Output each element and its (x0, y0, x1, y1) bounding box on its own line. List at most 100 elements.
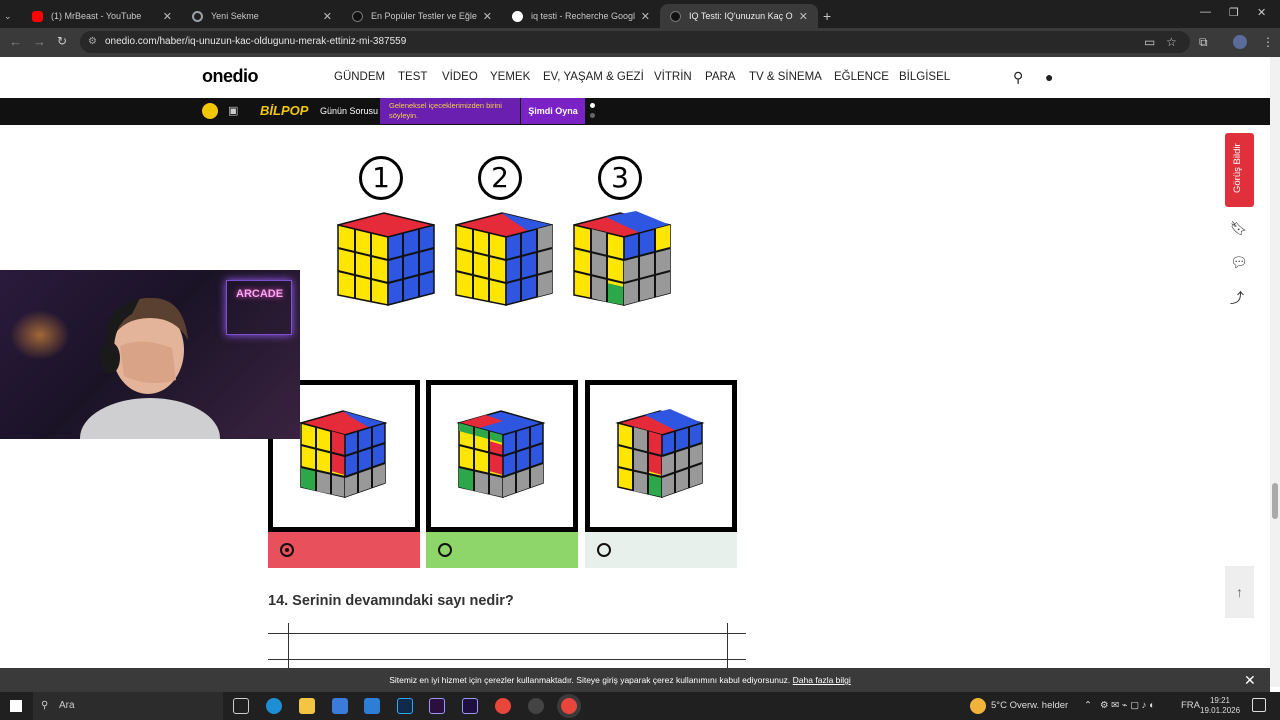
address-bar[interactable]: ⚙ onedio.com/haber/iq-unuzun-kac-oldugun… (80, 31, 1190, 53)
bilpop-play-button[interactable]: Şimdi Oyna (521, 98, 585, 124)
language-indicator[interactable]: FRA (1181, 700, 1200, 711)
close-tab-icon[interactable]: ✕ (641, 10, 650, 23)
carousel-dot[interactable] (590, 103, 595, 108)
windows-start-icon[interactable] (10, 700, 22, 712)
clock[interactable]: 19:21 19.01.2026 (1200, 696, 1240, 716)
lamp-glow (10, 310, 70, 360)
windows-taskbar: ⚲ Ara 5°C Overw. helder ⌃ ⚙ ✉ ⌁ ▢ ♪ ◐ FR… (0, 692, 1280, 720)
premiere-icon[interactable] (429, 698, 445, 714)
forward-icon[interactable]: → (33, 34, 46, 49)
nav-bilgisel[interactable]: BİLGİSEL (899, 71, 950, 83)
new-tab-button[interactable]: + (818, 4, 840, 28)
close-icon[interactable]: ✕ (1244, 672, 1256, 689)
share-icon[interactable]: ⤴ (1230, 288, 1244, 308)
feedback-label: Görüş Bildir (1232, 143, 1243, 193)
profile-avatar[interactable] (1233, 35, 1247, 49)
question-14-title: 14. Serinin devamındaki sayı nedir? (268, 593, 514, 609)
cookie-text-wrap: Sitemiz en iyi hizmet için çerezler kull… (0, 675, 1240, 685)
sequence-cubes (337, 211, 671, 306)
scrollbar-thumb[interactable] (1272, 483, 1278, 519)
store-icon[interactable] (332, 698, 348, 714)
grid-line (268, 633, 746, 634)
browser-toolbar: ← → ↻ ⚙ onedio.com/haber/iq-unuzun-kac-o… (0, 28, 1280, 57)
chrome-active-icon[interactable] (561, 698, 577, 714)
chrome-icon[interactable] (495, 698, 511, 714)
cast-icon[interactable]: ▭ (1144, 35, 1155, 49)
edge-icon[interactable] (266, 698, 282, 714)
radio-selected[interactable] (280, 543, 294, 557)
search-icon[interactable]: ⚲ (1013, 69, 1023, 86)
tab-google-search[interactable]: iq testi - Recherche Google ✕ (502, 4, 660, 28)
minimize-icon[interactable]: — (1200, 6, 1211, 18)
restore-icon[interactable]: ❐ (1229, 6, 1239, 19)
tab-mrbeast[interactable]: (1) MrBeast - YouTube ✕ (22, 4, 182, 28)
answer-option-b[interactable] (426, 380, 578, 532)
photoshop-icon[interactable] (397, 698, 413, 714)
notifications-icon[interactable] (1252, 698, 1266, 712)
tab-onedio-tests[interactable]: En Popüler Testler ve Eğlenceli ✕ (342, 4, 502, 28)
nav-vitrin[interactable]: VİTRİN (654, 71, 692, 83)
mail-icon[interactable] (364, 698, 380, 714)
site-info-icon[interactable]: ⚙ (88, 31, 97, 53)
page-scrollbar[interactable] (1270, 57, 1280, 687)
nav-test[interactable]: TEST (398, 71, 427, 83)
bookmark-star-icon[interactable]: ☆ (1166, 35, 1177, 49)
onedio-icon (670, 10, 681, 22)
tab-title: IQ Testi: IQ'unuzun Kaç Olduğu (689, 11, 793, 21)
nav-eglence[interactable]: EĞLENCE (834, 71, 889, 83)
reload-icon[interactable]: ↻ (57, 34, 67, 48)
cookie-text: Sitemiz en iyi hizmet için çerezler kull… (389, 675, 791, 685)
cookie-more-link[interactable]: Daha fazla bilgi (793, 675, 851, 685)
carousel-dot[interactable] (590, 113, 595, 118)
answer-bar-a[interactable] (268, 532, 420, 568)
tab-list-button[interactable]: ⌄ (0, 4, 20, 28)
taskbar-search[interactable]: ⚲ Ara (33, 692, 223, 720)
answer-option-c[interactable] (585, 380, 737, 532)
grid-line (288, 623, 289, 668)
menu-icon[interactable]: ⋮ (1262, 35, 1274, 49)
nav-yemek[interactable]: YEMEK (490, 71, 530, 83)
close-tab-icon[interactable]: ✕ (323, 10, 332, 23)
bookmark-icon[interactable]: 🔖︎ (1230, 220, 1248, 237)
tab-title: En Popüler Testler ve Eğlenceli (371, 11, 477, 21)
tab-title: (1) MrBeast - YouTube (51, 11, 142, 21)
weather-text[interactable]: 5°C Overw. helder (991, 700, 1068, 711)
nav-gundem[interactable]: GÜNDEM (334, 71, 385, 83)
radio[interactable] (438, 543, 452, 557)
tray-overflow-icon[interactable]: ⌃ (1084, 700, 1092, 711)
option-b-cube (456, 410, 546, 499)
scroll-to-top-button[interactable]: ↑ (1225, 566, 1254, 618)
screen: ⌄ (1) MrBeast - YouTube ✕ Yeni Sekme ✕ E… (0, 0, 1280, 720)
rubik-cube-1 (337, 212, 435, 306)
answer-bar-b[interactable] (426, 532, 578, 568)
feedback-button[interactable]: Görüş Bildir (1225, 133, 1254, 207)
nav-para[interactable]: PARA (705, 71, 735, 83)
comments-icon[interactable]: 💬︎ (1230, 254, 1248, 271)
obs-icon[interactable] (528, 698, 544, 714)
answer-bar-c[interactable] (585, 532, 737, 568)
close-window-icon[interactable]: ✕ (1257, 6, 1266, 19)
back-icon[interactable]: ← (9, 34, 22, 49)
after-effects-icon[interactable] (462, 698, 478, 714)
bilpop-label: Günün Sorusu (320, 106, 379, 116)
extensions-icon[interactable]: ⧉ (1199, 35, 1208, 50)
file-explorer-icon[interactable] (299, 698, 315, 714)
tab-new-tab[interactable]: Yeni Sekme ✕ (182, 4, 342, 28)
bilpop-logo[interactable]: BİLPOP (260, 103, 308, 118)
onedio-logo[interactable]: onedio (202, 66, 259, 87)
onedio-icon (352, 10, 363, 22)
task-view-icon[interactable] (233, 698, 249, 714)
user-icon[interactable]: ● (1045, 69, 1053, 85)
tab-title: Yeni Sekme (211, 11, 259, 21)
tray-icons[interactable]: ⚙ ✉ ⌁ ▢ ♪ ◐ (1100, 700, 1155, 711)
nav-video[interactable]: VİDEO (442, 71, 478, 83)
chrome-icon (192, 10, 203, 22)
nav-ev-yasam-gezi[interactable]: EV, YAŞAM & GEZİ (543, 71, 644, 83)
close-tab-icon[interactable]: ✕ (483, 10, 492, 23)
dice-icon: ▣ (228, 105, 239, 117)
nav-tv-sinema[interactable]: TV & SİNEMA (749, 71, 822, 83)
close-tab-icon[interactable]: ✕ (799, 10, 808, 23)
radio[interactable] (597, 543, 611, 557)
close-tab-icon[interactable]: ✕ (163, 10, 172, 23)
tab-iq-test[interactable]: IQ Testi: IQ'unuzun Kaç Olduğu ✕ (660, 4, 818, 28)
